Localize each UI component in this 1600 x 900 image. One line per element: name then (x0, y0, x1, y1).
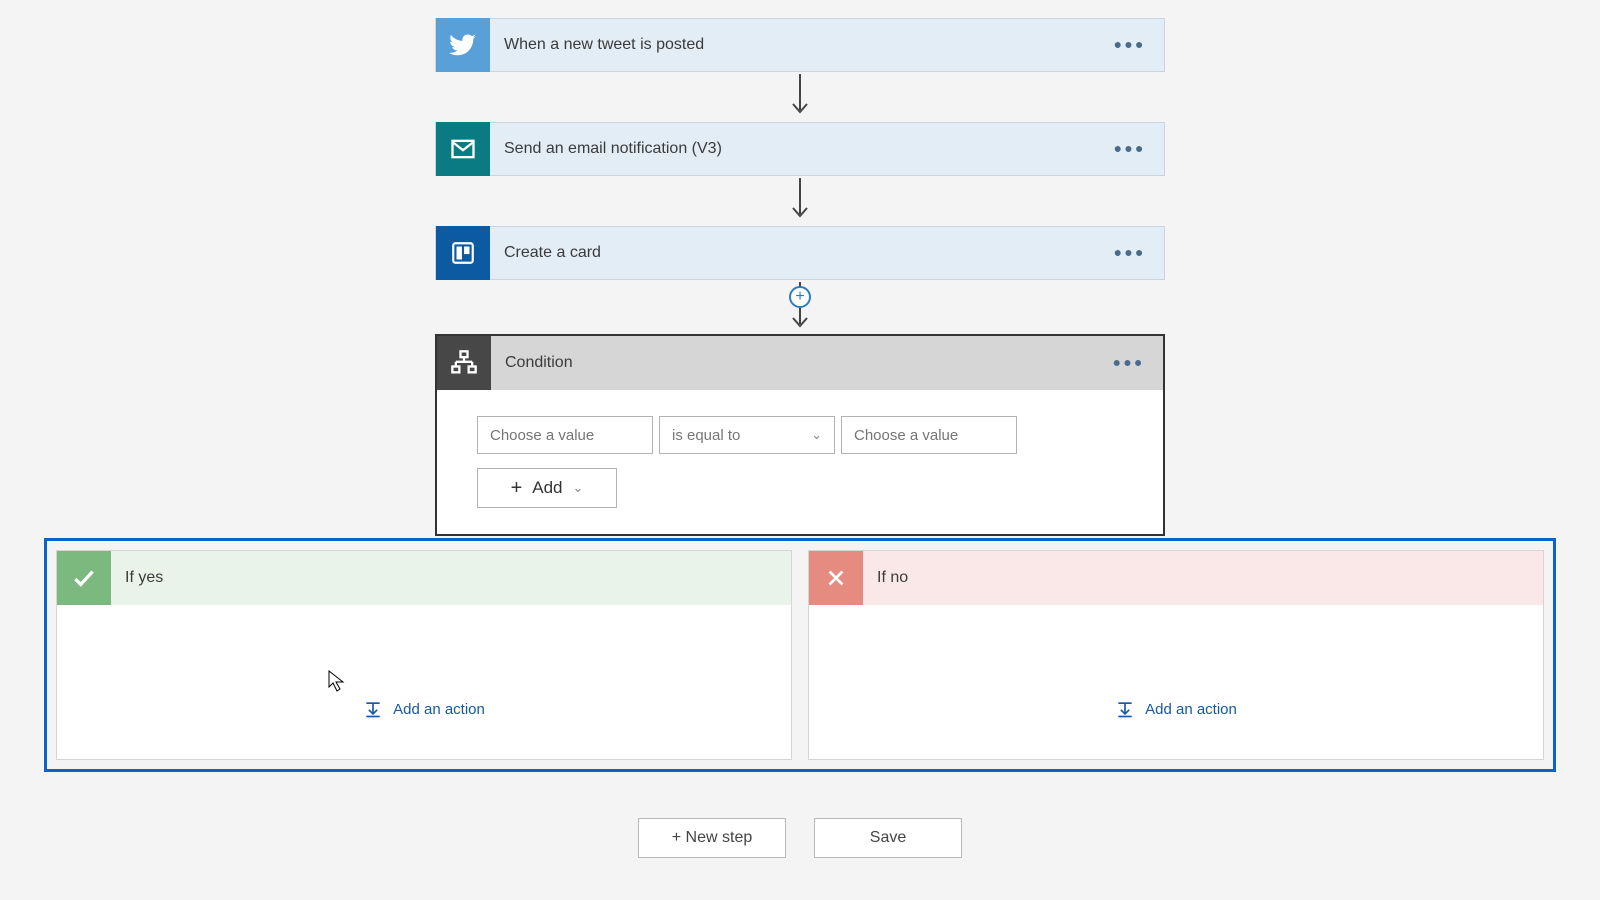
plus-icon: + (511, 477, 523, 500)
save-button[interactable]: Save (814, 818, 962, 858)
step-email[interactable]: Send an email notification (V3) ••• (435, 122, 1165, 176)
step-title: Send an email notification (V3) (490, 140, 722, 158)
step-trello[interactable]: Create a card ••• (435, 226, 1165, 280)
condition-left-input[interactable] (477, 416, 653, 454)
branch-no-header[interactable]: If no (809, 551, 1543, 605)
add-action-label: Add an action (1145, 701, 1237, 718)
condition-title: Condition (491, 354, 573, 372)
branch-no-title: If no (863, 569, 908, 587)
branch-if-yes: If yes Add an action (56, 550, 792, 760)
trello-icon (436, 226, 490, 280)
condition-icon (437, 336, 491, 390)
add-action-no[interactable]: Add an action (1115, 699, 1237, 719)
condition-right-input[interactable] (841, 416, 1017, 454)
operator-label: is equal to (672, 427, 740, 444)
chevron-down-icon: ⌄ (811, 427, 822, 443)
arrow-icon (790, 176, 810, 226)
arrow-icon (790, 72, 810, 122)
step-title: When a new tweet is posted (490, 36, 704, 54)
more-menu-icon[interactable]: ••• (1113, 358, 1145, 369)
more-menu-icon[interactable]: ••• (1114, 248, 1146, 259)
add-label: Add (532, 478, 562, 498)
condition-branches: If yes Add an action If no Add an action (44, 538, 1556, 772)
chevron-down-icon: ⌄ (573, 480, 584, 496)
more-menu-icon[interactable]: ••• (1114, 40, 1146, 51)
branch-yes-header[interactable]: If yes (57, 551, 791, 605)
branch-if-no: If no Add an action (808, 550, 1544, 760)
add-condition-button[interactable]: + Add ⌄ (477, 468, 617, 508)
twitter-icon (436, 18, 490, 72)
step-twitter[interactable]: When a new tweet is posted ••• (435, 18, 1165, 72)
footer-toolbar: + New step Save (638, 818, 962, 858)
check-icon (57, 551, 111, 605)
new-step-button[interactable]: + New step (638, 818, 786, 858)
mail-icon (436, 122, 490, 176)
add-action-icon (363, 699, 383, 719)
arrow-with-insert: + (790, 280, 810, 334)
more-menu-icon[interactable]: ••• (1114, 144, 1146, 155)
close-icon (809, 551, 863, 605)
condition-block: Condition ••• is equal to ⌄ + Add ⌄ (435, 334, 1165, 536)
condition-header[interactable]: Condition ••• (437, 336, 1163, 390)
add-action-icon (1115, 699, 1135, 719)
branch-yes-title: If yes (111, 569, 163, 587)
step-title: Create a card (490, 244, 601, 262)
add-action-label: Add an action (393, 701, 485, 718)
insert-step-button[interactable]: + (789, 286, 811, 308)
add-action-yes[interactable]: Add an action (363, 699, 485, 719)
condition-operator-select[interactable]: is equal to ⌄ (659, 416, 835, 454)
